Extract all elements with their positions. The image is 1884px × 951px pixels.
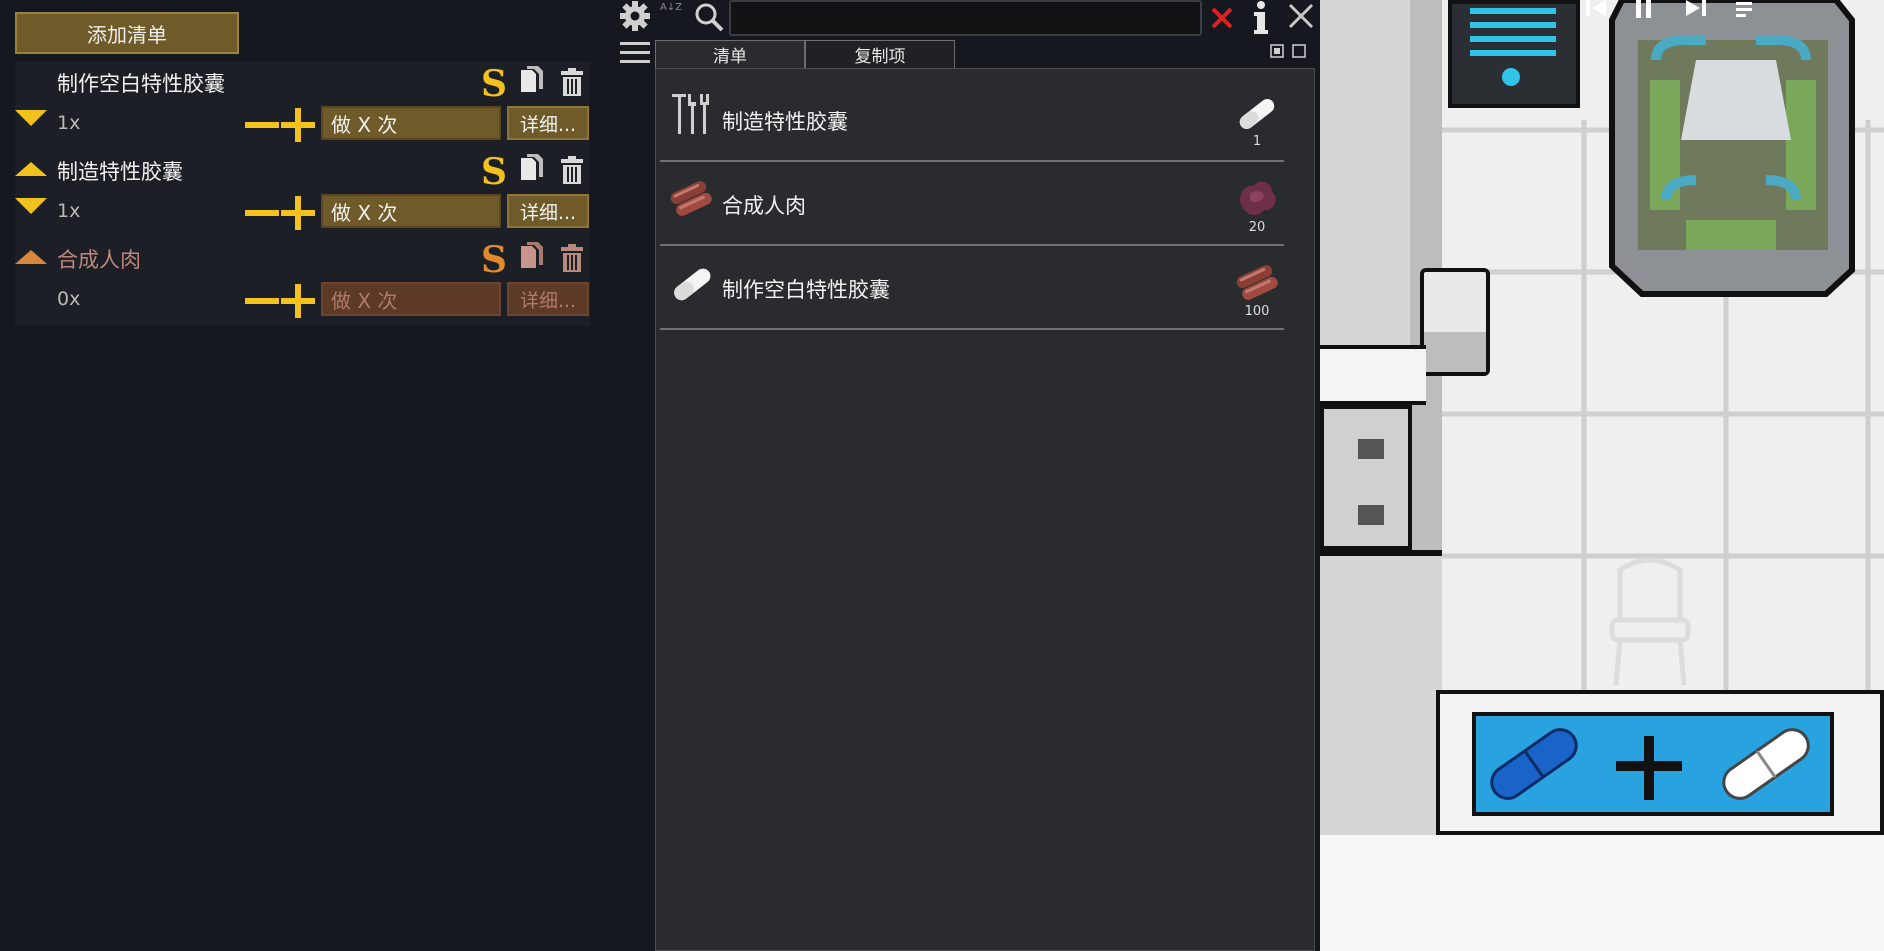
decrement-icon[interactable]: [245, 298, 279, 304]
bill-name: 合成人肉: [57, 248, 141, 272]
search-input[interactable]: [729, 0, 1202, 36]
trash-icon[interactable]: [561, 244, 583, 272]
recipe-row[interactable]: 合成人肉 20: [660, 162, 1284, 246]
flesh-icon: [1239, 181, 1276, 215]
close-icon[interactable]: [1287, 2, 1315, 30]
details-button[interactable]: 详细...: [507, 194, 589, 228]
wall-segment: [1320, 345, 1426, 405]
bill-row: 制造特性胶囊 1x S 做 X 次 详细...: [15, 150, 590, 238]
product-qty: 100: [1244, 304, 1270, 319]
bill-count: 0x: [57, 288, 81, 310]
add-bill-label: 添加清单: [87, 22, 167, 47]
bill-row: 制作空白特性胶囊 1x S 做 X 次 详细...: [15, 62, 590, 150]
details-button[interactable]: 详细...: [507, 106, 589, 140]
chair-icon: [1609, 557, 1691, 686]
product-qty: 20: [1248, 220, 1266, 235]
map-view[interactable]: [1320, 0, 1884, 951]
cabinet-icon: [1420, 268, 1490, 376]
recipe-name: 制造特性胶囊: [722, 110, 848, 134]
recipe-row[interactable]: 制作空白特性胶囊 100: [660, 246, 1284, 330]
machine-icon: [1586, 0, 1884, 298]
device-frame: [1436, 690, 1884, 835]
sort-icon[interactable]: A↓Z: [660, 2, 688, 34]
meat-icon: [670, 181, 712, 216]
sort-glyph: A↓Z: [660, 2, 683, 13]
add-bill-button[interactable]: 添加清单: [15, 12, 239, 54]
capsule-icon: [674, 268, 711, 301]
move-down-icon[interactable]: [15, 110, 47, 126]
move-up-icon[interactable]: [15, 250, 47, 264]
menu-icon[interactable]: [620, 40, 650, 66]
info-icon[interactable]: [1250, 0, 1272, 36]
bill-name: 制造特性胶囊: [57, 160, 183, 184]
wall-line: [1320, 550, 1442, 556]
wall-segment: [1320, 405, 1412, 550]
repeat-mode-label: 做 X 次: [331, 112, 398, 137]
search-icon: [695, 3, 724, 32]
tab-copied-label: 复制项: [854, 47, 906, 67]
gear-icon[interactable]: [619, 0, 651, 32]
details-label: 详细...: [519, 113, 577, 136]
clear-search-icon[interactable]: [1210, 6, 1234, 30]
repeat-mode-field[interactable]: 做 X 次: [321, 194, 501, 228]
bill-list-panel: 添加清单 制作空白特性胶囊 1x S 做 X 次 详细... 制造特性胶囊 1x…: [0, 0, 600, 951]
maximize-icon[interactable]: [1292, 44, 1306, 58]
repeat-mode-field[interactable]: 做 X 次: [321, 106, 501, 140]
repeat-mode-label: 做 X 次: [331, 200, 398, 225]
trash-icon[interactable]: [561, 156, 583, 184]
repeat-mode-label: 做 X 次: [331, 288, 398, 313]
repeat-mode-field[interactable]: 做 X 次: [321, 282, 501, 316]
details-label: 详细...: [519, 289, 577, 312]
minimize-icon[interactable]: [1270, 44, 1284, 58]
bill-count: 1x: [57, 200, 81, 222]
suspend-icon[interactable]: S: [481, 66, 507, 102]
capsule-combiner-icon: [1472, 712, 1834, 816]
copy-icon[interactable]: [520, 242, 544, 272]
move-down-icon[interactable]: [15, 198, 47, 214]
capsule-icon: [1239, 98, 1275, 130]
playback-controls[interactable]: [1586, 0, 1786, 22]
details-button[interactable]: 详细...: [507, 282, 589, 316]
bill-count: 1x: [57, 112, 81, 134]
recipe-name: 合成人肉: [722, 194, 806, 218]
suspend-icon[interactable]: S: [481, 242, 507, 278]
trash-icon[interactable]: [561, 68, 583, 96]
tools-icon: [672, 94, 709, 134]
decrement-icon[interactable]: [245, 122, 279, 128]
increment-icon[interactable]: [281, 284, 315, 318]
server-rack-icon: [1448, 0, 1580, 108]
copy-icon[interactable]: [520, 154, 544, 184]
bill-name: 制作空白特性胶囊: [57, 72, 225, 96]
product-qty: 1: [1252, 134, 1262, 149]
floor-bottom: [1320, 835, 1884, 951]
move-up-icon[interactable]: [15, 162, 47, 176]
tab-bills[interactable]: 清单: [655, 40, 805, 68]
details-label: 详细...: [519, 201, 577, 224]
recipe-row[interactable]: 制造特性胶囊 1: [660, 78, 1284, 162]
decrement-icon[interactable]: [245, 210, 279, 216]
increment-icon[interactable]: [281, 108, 315, 142]
tab-bills-label: 清单: [713, 47, 747, 67]
copy-icon[interactable]: [520, 66, 544, 96]
recipe-name: 制作空白特性胶囊: [722, 278, 890, 302]
tab-copied[interactable]: 复制项: [805, 40, 955, 68]
suspend-icon[interactable]: S: [481, 154, 507, 190]
meat-icon: [1236, 265, 1278, 300]
increment-icon[interactable]: [281, 196, 315, 230]
bill-row: 合成人肉 0x S 做 X 次 详细...: [15, 238, 590, 326]
